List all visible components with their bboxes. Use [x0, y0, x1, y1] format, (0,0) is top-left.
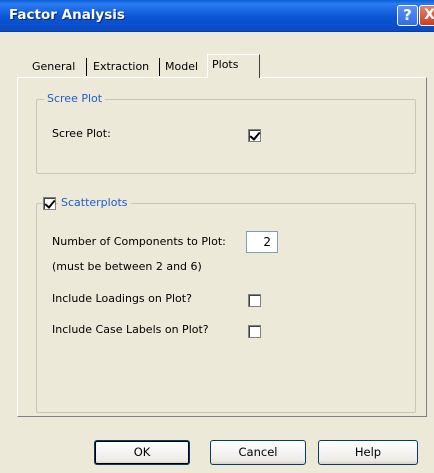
tab-plots-label: Plots [212, 58, 239, 71]
close-title-button[interactable]: X [419, 5, 434, 26]
scatterplots-legend: Scatterplots [58, 196, 131, 210]
help-button[interactable]: Help [318, 440, 418, 465]
include-loadings-checkbox[interactable] [248, 294, 261, 307]
scree-plot-checkbox[interactable] [248, 129, 261, 142]
close-icon: X [424, 7, 434, 23]
tab-plots[interactable]: Plots [207, 54, 260, 78]
plots-panel: Scree Plot Scree Plot: Scatterplots Numb… [17, 77, 427, 417]
tab-separator [86, 58, 87, 76]
scree-plot-legend: Scree Plot [44, 92, 106, 106]
include-case-labels-checkbox[interactable] [248, 325, 261, 338]
num-components-label: Number of Components to Plot: [52, 235, 226, 248]
num-components-input[interactable]: 2 [246, 231, 278, 253]
title-bar: Factor Analysis ? X [0, 0, 434, 32]
scree-plot-label: Scree Plot: [52, 127, 111, 140]
help-title-button[interactable]: ? [397, 5, 418, 26]
window-title: Factor Analysis [9, 7, 125, 23]
include-case-labels-label: Include Case Labels on Plot? [52, 323, 209, 336]
cancel-button-label: Cancel [238, 445, 278, 459]
tab-model[interactable]: Model [165, 57, 198, 77]
tab-strip: General Extraction Model Plots [0, 54, 434, 78]
scatterplots-checkbox[interactable] [43, 197, 56, 210]
tab-extraction[interactable]: Extraction [93, 57, 149, 77]
question-mark-icon: ? [403, 6, 412, 24]
scatterplots-group: Scatterplots Number of Components to Plo… [36, 196, 416, 413]
cancel-button[interactable]: Cancel [210, 440, 306, 465]
ok-button-label: OK [133, 445, 151, 459]
scree-plot-group: Scree Plot Scree Plot: [36, 92, 416, 174]
tab-separator [159, 58, 160, 76]
include-loadings-label: Include Loadings on Plot? [52, 292, 192, 305]
ok-button[interactable]: OK [94, 440, 190, 465]
tab-general[interactable]: General [32, 57, 75, 77]
help-button-label: Help [354, 445, 382, 459]
components-range-hint: (must be between 2 and 6) [52, 260, 202, 273]
